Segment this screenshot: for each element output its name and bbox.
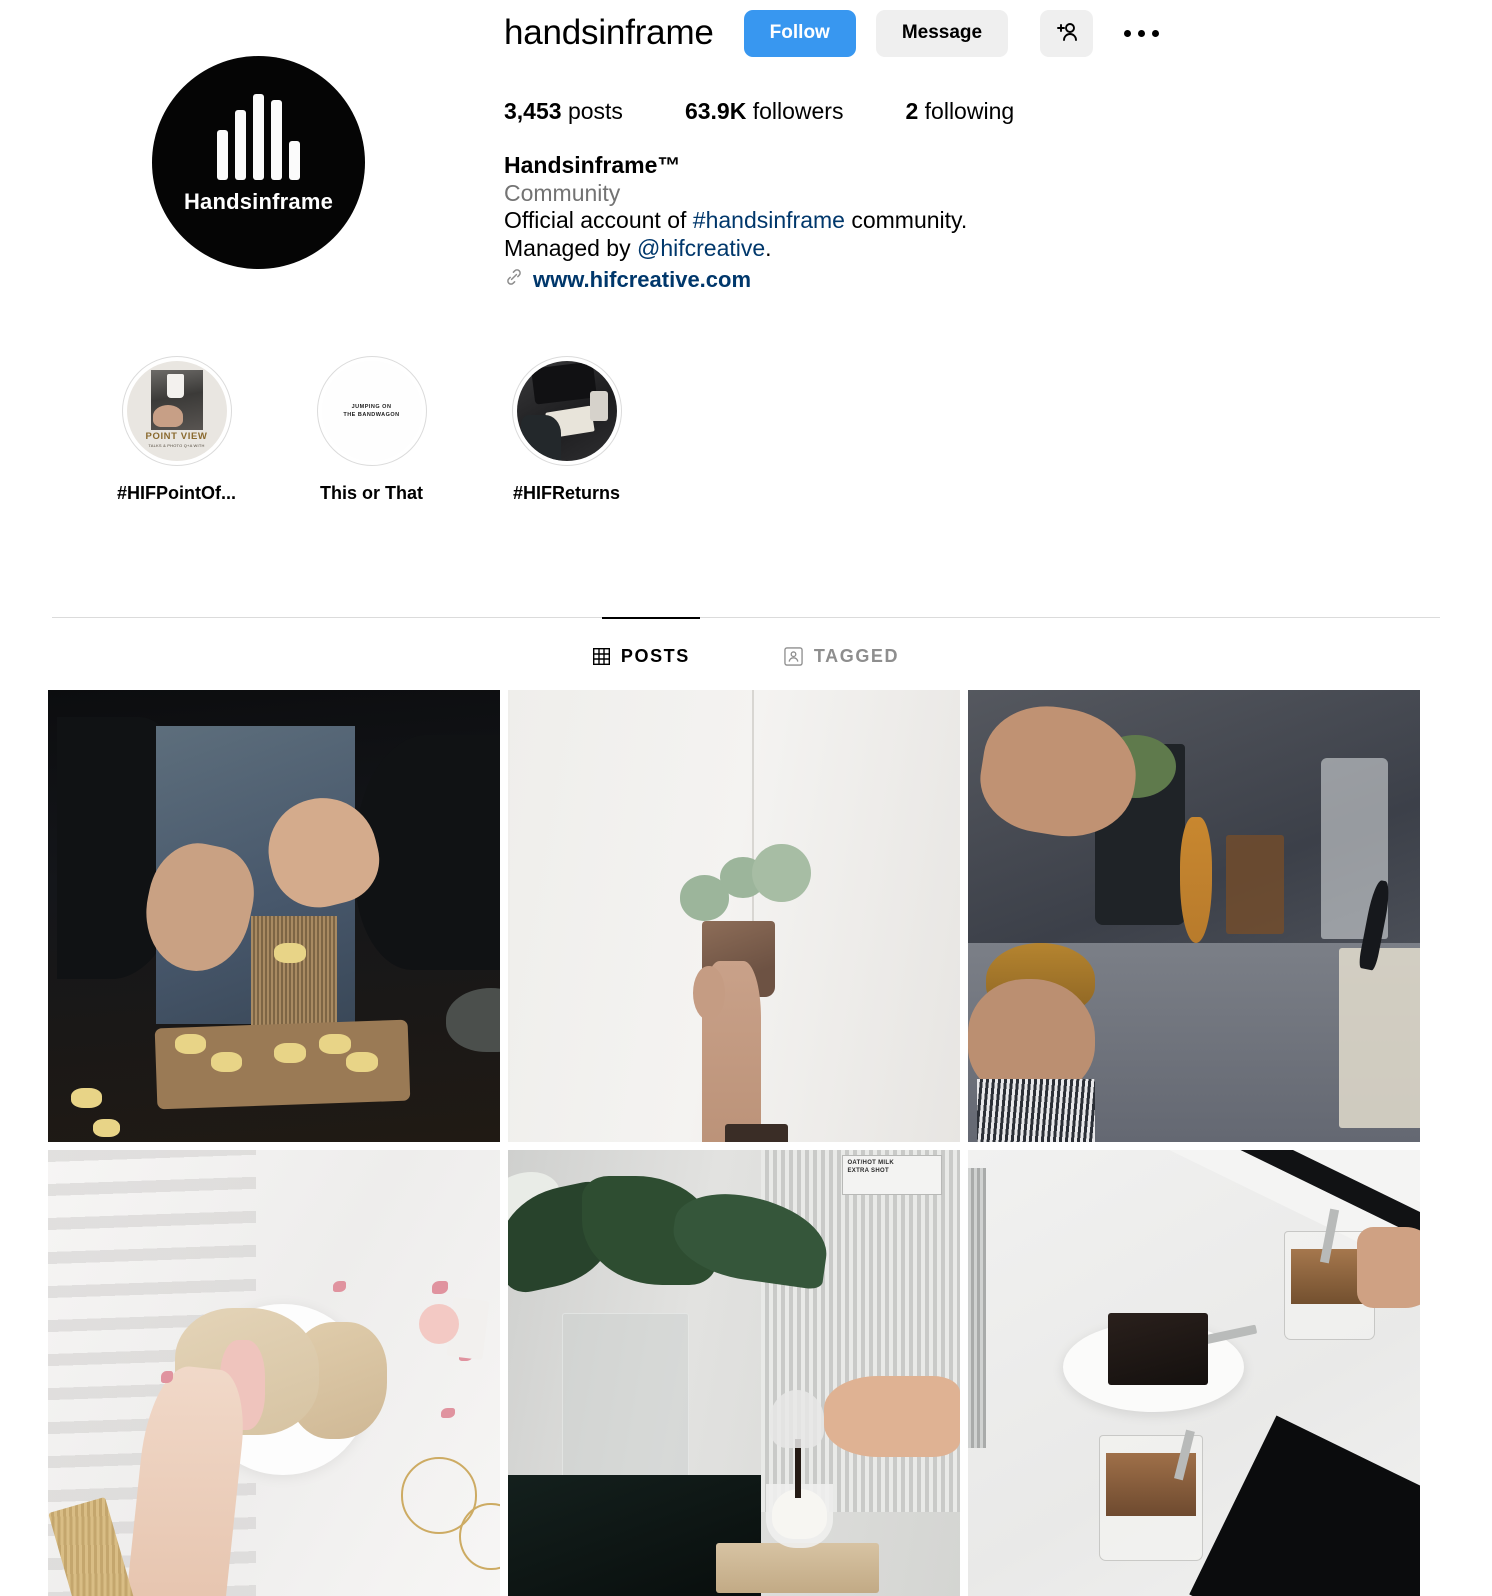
full-name: Handsinframe™: [504, 152, 681, 178]
posts-label: posts: [567, 98, 623, 124]
hand-bars-logo-icon: [152, 94, 365, 180]
profile-stats: 3,453 posts 63.9K followers 2 following: [504, 98, 1444, 125]
website-row[interactable]: www.hifcreative.com: [504, 266, 1444, 294]
hashtag-link-handsinframe[interactable]: #handsinframe: [693, 207, 845, 233]
grid-icon: [592, 648, 610, 665]
follow-button[interactable]: Follow: [743, 9, 856, 57]
bio-line-2: Managed by @hifcreative.: [504, 235, 1444, 263]
stat-following[interactable]: 2 following: [905, 98, 1014, 125]
profile-header: Handsinframe handsinframe Follow Message: [0, 0, 1492, 330]
bio-line-1-post: community.: [844, 207, 968, 233]
more-options-button[interactable]: [1113, 10, 1169, 57]
post-thumbnail[interactable]: [968, 1150, 1420, 1596]
highlight-ring: [511, 356, 622, 466]
username-row: handsinframe Follow Message: [504, 0, 1444, 66]
account-category: Community: [504, 179, 621, 206]
posts-grid: OAT/HOT MILK EXTRA SHOT: [48, 690, 1420, 1596]
story-highlights: POINT VIEW TALKS & PHOTO Q+A WITH #HIFPo…: [104, 356, 639, 504]
highlight-cover-text-line2: THE BANDWAGON: [343, 412, 400, 418]
bio-line-2-post: .: [765, 234, 772, 261]
profile-info: handsinframe Follow Message 3,453 posts …: [504, 0, 1444, 294]
followers-label: followers: [752, 98, 844, 124]
website-link[interactable]: www.hifcreative.com: [533, 266, 751, 294]
following-label: following: [924, 98, 1015, 124]
bio-line-1: Official account of #handsinframe commun…: [504, 207, 1444, 235]
highlight-cover-text-main: POINT VIEW: [145, 431, 208, 442]
highlight-cover-hifpointof: POINT VIEW TALKS & PHOTO Q+A WITH: [126, 361, 227, 461]
bio-line-1-pre: Official account of: [504, 207, 693, 233]
posts-count: 3,453: [504, 98, 562, 124]
highlight-cover-text-line1: JUMPING ON: [351, 404, 392, 410]
tabs-divider: [52, 617, 1440, 619]
avatar[interactable]: Handsinframe: [152, 56, 365, 269]
more-options-icon: [1123, 29, 1159, 37]
mention-link-hifcreative[interactable]: @hifcreative: [637, 235, 765, 261]
add-person-button[interactable]: [1040, 9, 1094, 57]
post-thumbnail[interactable]: [508, 690, 960, 1142]
profile-bio: Handsinframe™ Community Official account…: [504, 152, 1444, 294]
highlight-label: #HIFReturns: [512, 483, 620, 503]
post-thumbnail[interactable]: OAT/HOT MILK EXTRA SHOT: [508, 1150, 960, 1596]
menu-sign: OAT/HOT MILK EXTRA SHOT: [842, 1154, 942, 1196]
highlight-label: #HIFPointOf...: [117, 483, 236, 503]
highlight-item-hifreturns[interactable]: #HIFReturns: [494, 356, 639, 504]
highlight-cover-text-sub: TALKS & PHOTO Q+A WITH: [148, 443, 205, 448]
highlight-ring: JUMPING ON THE BANDWAGON: [316, 356, 427, 466]
tab-tagged[interactable]: TAGGED: [782, 640, 901, 685]
sign-line-2: EXTRA SHOT: [847, 1167, 889, 1174]
highlight-item-this-or-that[interactable]: JUMPING ON THE BANDWAGON This or That: [299, 356, 444, 504]
link-icon: [504, 266, 524, 294]
profile-picture[interactable]: Handsinframe: [152, 56, 365, 269]
logo-wordmark: Handsinframe: [183, 189, 334, 214]
post-thumbnail[interactable]: [48, 690, 500, 1142]
instagram-profile-page: Handsinframe handsinframe Follow Message: [0, 0, 1492, 1596]
stat-posts[interactable]: 3,453 posts: [504, 98, 623, 125]
tab-posts-label: POSTS: [620, 646, 690, 666]
bio-line-2-pre: Managed by: [504, 234, 637, 261]
profile-tabs: POSTS TAGGED: [0, 617, 1492, 685]
highlight-cover-this-or-that: JUMPING ON THE BANDWAGON: [321, 361, 422, 461]
add-person-icon: [1054, 20, 1080, 47]
sign-line-1: OAT/HOT MILK: [847, 1159, 894, 1166]
message-button[interactable]: Message: [875, 9, 1009, 57]
tab-posts[interactable]: POSTS: [591, 640, 692, 685]
highlight-label: This or That: [320, 483, 423, 503]
tab-tagged-label: TAGGED: [813, 646, 900, 666]
highlight-ring: POINT VIEW TALKS & PHOTO Q+A WITH: [121, 356, 232, 466]
highlight-cover-hifreturns: [516, 361, 617, 461]
post-thumbnail[interactable]: [968, 690, 1420, 1142]
tagged-person-icon: [784, 647, 803, 666]
active-tab-indicator: [602, 617, 700, 619]
followers-count: 63.9K: [684, 98, 747, 124]
highlight-item-hifpointof[interactable]: POINT VIEW TALKS & PHOTO Q+A WITH #HIFPo…: [104, 356, 249, 504]
stat-followers[interactable]: 63.9K followers: [685, 98, 844, 125]
following-count: 2: [905, 98, 919, 124]
post-thumbnail[interactable]: [48, 1150, 500, 1596]
page-title: handsinframe: [504, 13, 714, 52]
